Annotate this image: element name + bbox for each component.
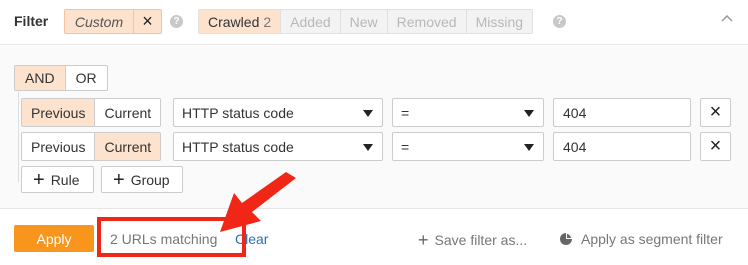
apply-button[interactable]: Apply bbox=[14, 225, 94, 252]
logic-and-button[interactable]: AND bbox=[15, 66, 66, 90]
plus-icon: + bbox=[418, 230, 429, 250]
plus-icon: + bbox=[33, 168, 45, 191]
tab-removed[interactable]: Removed bbox=[386, 10, 466, 33]
pie-chart-icon bbox=[560, 233, 572, 245]
close-icon: × bbox=[709, 135, 722, 157]
chevron-up-icon[interactable] bbox=[720, 12, 734, 26]
plus-icon: + bbox=[113, 168, 125, 191]
caret-down-icon bbox=[524, 110, 534, 117]
value-input[interactable] bbox=[553, 132, 691, 161]
tab-crawled-count: 2 bbox=[263, 13, 272, 30]
custom-filter-chip[interactable]: Custom × bbox=[64, 9, 162, 34]
crawl-status-tabs: Crawled 2 Added New Removed Missing bbox=[198, 9, 534, 34]
operator-select[interactable]: = bbox=[392, 132, 544, 161]
logic-or-button[interactable]: OR bbox=[66, 66, 107, 90]
help-icon[interactable]: ? bbox=[170, 15, 183, 28]
previous-button[interactable]: Previous bbox=[22, 99, 95, 126]
filter-title: Filter bbox=[14, 13, 49, 29]
field-select[interactable]: HTTP status code bbox=[173, 132, 383, 161]
logic-toggle: AND OR bbox=[14, 65, 108, 91]
custom-filter-label: Custom bbox=[65, 10, 134, 33]
group-connector bbox=[18, 90, 19, 182]
highlight-box bbox=[97, 217, 246, 257]
tab-crawled[interactable]: Crawled 2 bbox=[199, 10, 281, 33]
delete-rule-button[interactable]: × bbox=[700, 98, 731, 127]
close-icon: × bbox=[709, 101, 722, 123]
filter-builder: AND OR Previous Current HTTP status code… bbox=[0, 46, 748, 208]
caret-down-icon bbox=[363, 144, 373, 151]
current-button[interactable]: Current bbox=[94, 99, 161, 126]
operator-select[interactable]: = bbox=[392, 98, 544, 127]
apply-segment-button[interactable]: Apply as segment filter bbox=[559, 231, 723, 247]
delete-rule-button[interactable]: × bbox=[700, 132, 731, 161]
previous-current-toggle: Previous Current bbox=[21, 132, 162, 161]
save-filter-button[interactable]: + Save filter as... bbox=[418, 231, 527, 249]
current-button[interactable]: Current bbox=[94, 133, 161, 160]
tab-added[interactable]: Added bbox=[280, 10, 340, 33]
tab-new[interactable]: New bbox=[339, 10, 387, 33]
tab-missing[interactable]: Missing bbox=[465, 10, 533, 33]
add-rule-button[interactable]: + Rule bbox=[21, 166, 94, 193]
filter-header: Filter Custom × ? Crawled 2 Added New Rem… bbox=[0, 0, 748, 45]
previous-current-toggle: Previous Current bbox=[21, 98, 162, 127]
caret-down-icon bbox=[363, 110, 373, 117]
help-icon[interactable]: ? bbox=[553, 15, 566, 28]
close-icon[interactable]: × bbox=[134, 10, 161, 33]
add-group-button[interactable]: + Group bbox=[101, 166, 183, 193]
field-select[interactable]: HTTP status code bbox=[173, 98, 383, 127]
previous-button[interactable]: Previous bbox=[22, 133, 95, 160]
value-input[interactable] bbox=[553, 98, 691, 127]
caret-down-icon bbox=[524, 144, 534, 151]
